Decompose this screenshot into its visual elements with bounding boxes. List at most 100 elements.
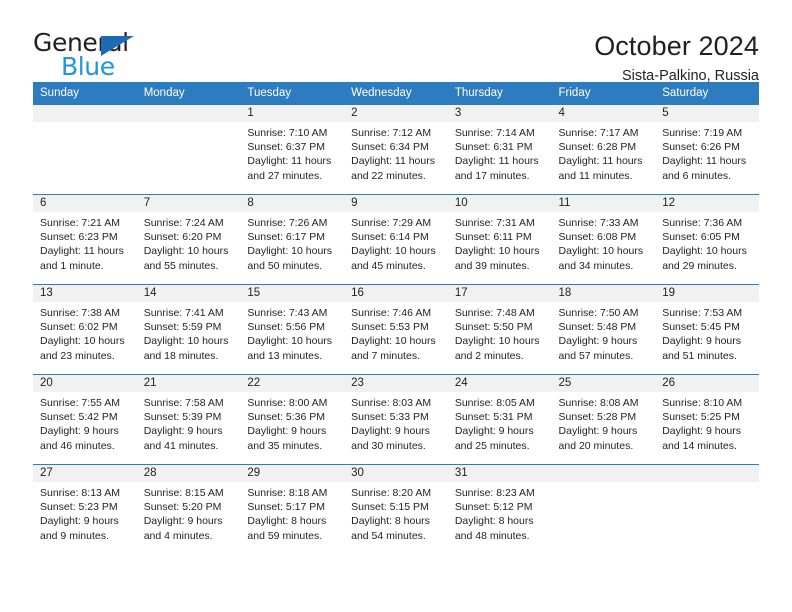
calendar-day-cell[interactable]: 8 Sunrise: 7:26 AM Sunset: 6:17 PM Daylight… (240, 194, 345, 285)
calendar-day-cell[interactable]: 30 Sunrise: 8:20 AM Sunset: 5:15 PM Dayligh… (344, 464, 448, 555)
sunset-time: Sunset: 5:17 PM (247, 501, 326, 514)
calendar-day-cell[interactable]: 16 Sunrise: 7:46 AM Sunset: 5:53 PM Dayligh… (344, 284, 448, 375)
page-subtitle: Sista-Palkino, Russia (622, 67, 759, 84)
calendar-day-cell[interactable]: 26 Sunrise: 8:10 AM Sunset: 5:25 PM Dayligh… (655, 374, 759, 465)
daylight-duration-line1: Daylight: 9 hours (454, 425, 534, 438)
day-details: Sunrise: 8:20 AM Sunset: 5:15 PM Daylight:… (344, 482, 448, 543)
logo-text-blue: Blue (61, 52, 115, 81)
weekday-header-monday: Monday (136, 82, 241, 105)
day-details: Sunrise: 8:00 AM Sunset: 5:36 PM Daylight:… (240, 392, 344, 453)
calendar-day-cell[interactable]: 1 Sunrise: 7:10 AM Sunset: 6:37 PM Daylight… (240, 104, 345, 195)
calendar-day-cell[interactable]: 6 Sunrise: 7:21 AM Sunset: 6:23 PM Daylight… (33, 194, 137, 285)
sunrise-time: Sunrise: 8:00 AM (247, 397, 328, 409)
calendar-day-cell[interactable]: 25 Sunrise: 8:08 AM Sunset: 5:28 PM Dayligh… (551, 374, 656, 465)
sunset-time: Sunset: 6:34 PM (351, 141, 429, 154)
day-details: Sunrise: 7:29 AM Sunset: 6:14 PM Daylight:… (344, 212, 448, 273)
calendar-week-row: 1 Sunrise: 7:10 AM Sunset: 6:37 PM Daylight… (33, 104, 759, 195)
calendar-day-cell[interactable]: 18 Sunrise: 7:50 AM Sunset: 5:48 PM Dayligh… (551, 284, 656, 375)
day-number: 6 (33, 195, 137, 212)
sunset-time: Sunset: 6:20 PM (143, 231, 222, 244)
day-number: 2 (344, 105, 448, 122)
daylight-duration-line1: Daylight: 11 hours (454, 155, 539, 168)
day-number: 23 (344, 375, 448, 392)
daylight-duration-line2: and 25 minutes. (454, 439, 530, 452)
daylight-duration-line2: and 4 minutes. (143, 529, 213, 542)
calendar-day-cell[interactable]: 23 Sunrise: 8:03 AM Sunset: 5:33 PM Dayligh… (344, 374, 448, 465)
calendar-day-cell[interactable]: 22 Sunrise: 8:00 AM Sunset: 5:36 PM Dayligh… (240, 374, 345, 465)
calendar-day-cell[interactable]: 24 Sunrise: 8:05 AM Sunset: 5:31 PM Dayligh… (447, 374, 552, 465)
sunrise-time: Sunrise: 7:17 AM (558, 127, 639, 139)
sunrise-time: Sunrise: 7:21 AM (40, 217, 120, 229)
sunset-time: Sunset: 5:25 PM (662, 411, 740, 424)
daylight-duration-line2: and 18 minutes. (143, 349, 219, 362)
calendar-day-cell[interactable]: 12 Sunrise: 7:36 AM Sunset: 6:05 PM Dayligh… (655, 194, 759, 285)
calendar-day-cell[interactable]: 2 Sunrise: 7:12 AM Sunset: 6:34 PM Daylight… (344, 104, 448, 195)
daylight-duration-line1: Daylight: 8 hours (247, 515, 327, 528)
sunset-time: Sunset: 5:39 PM (143, 411, 222, 424)
daylight-duration-line1: Daylight: 11 hours (247, 155, 332, 168)
daylight-duration-line2: and 51 minutes. (662, 349, 737, 362)
sunrise-time: Sunrise: 7:43 AM (247, 307, 328, 319)
day-number: 15 (240, 285, 345, 302)
calendar-day-cell[interactable]: 4 Sunrise: 7:17 AM Sunset: 6:28 PM Daylight… (551, 104, 656, 195)
sunset-time: Sunset: 5:59 PM (143, 321, 222, 334)
general-blue-logo[interactable]: General Blue (33, 30, 151, 82)
day-number: 9 (344, 195, 448, 212)
calendar-day-cell[interactable]: 13 Sunrise: 7:38 AM Sunset: 6:02 PM Dayligh… (33, 284, 137, 375)
day-number: 8 (240, 195, 345, 212)
day-details: Sunrise: 7:58 AM Sunset: 5:39 PM Daylight:… (137, 392, 241, 453)
calendar-day-cell[interactable]: 15 Sunrise: 7:43 AM Sunset: 5:56 PM Dayligh… (240, 284, 345, 375)
day-number: 28 (136, 465, 241, 482)
sunset-time: Sunset: 6:02 PM (40, 321, 118, 334)
calendar-day-cell[interactable]: 28 Sunrise: 8:15 AM Sunset: 5:20 PM Dayligh… (136, 464, 241, 555)
sunset-time: Sunset: 5:33 PM (351, 411, 429, 424)
sunset-time: Sunset: 5:36 PM (247, 411, 326, 424)
calendar-day-cell[interactable]: 21 Sunrise: 7:58 AM Sunset: 5:39 PM Dayligh… (136, 374, 241, 465)
day-number: 10 (447, 195, 552, 212)
calendar-day-cell[interactable]: 3 Sunrise: 7:14 AM Sunset: 6:31 PM Daylight… (447, 104, 552, 195)
day-number: 1 (240, 105, 345, 122)
day-details: Sunrise: 8:18 AM Sunset: 5:17 PM Daylight:… (240, 482, 344, 543)
day-number: 12 (655, 195, 759, 212)
day-details: Sunrise: 7:43 AM Sunset: 5:56 PM Daylight:… (240, 302, 344, 363)
daylight-duration-line2: and 20 minutes. (558, 439, 634, 452)
calendar-day-cell[interactable]: 17 Sunrise: 7:48 AM Sunset: 5:50 PM Dayligh… (447, 284, 552, 375)
daylight-duration-line2: and 57 minutes. (558, 349, 634, 362)
daylight-duration-line1: Daylight: 10 hours (351, 245, 436, 258)
daylight-duration-line1: Daylight: 9 hours (558, 335, 638, 348)
day-details: Sunrise: 7:33 AM Sunset: 6:08 PM Daylight:… (552, 212, 656, 273)
day-number: 11 (551, 195, 656, 212)
sunrise-time: Sunrise: 7:38 AM (40, 307, 120, 319)
day-number: 30 (344, 465, 448, 482)
calendar-day-cell[interactable]: 10 Sunrise: 7:31 AM Sunset: 6:11 PM Dayligh… (447, 194, 552, 285)
day-number: 22 (240, 375, 345, 392)
daylight-duration-line2: and 55 minutes. (143, 259, 219, 272)
daylight-duration-line2: and 54 minutes. (351, 529, 426, 542)
sunrise-time: Sunrise: 8:08 AM (558, 397, 639, 409)
day-details: Sunrise: 7:41 AM Sunset: 5:59 PM Daylight:… (137, 302, 241, 363)
calendar-day-cell[interactable]: 9 Sunrise: 7:29 AM Sunset: 6:14 PM Daylight… (344, 194, 448, 285)
sunrise-time: Sunrise: 7:26 AM (247, 217, 328, 229)
calendar-day-cell[interactable]: 11 Sunrise: 7:33 AM Sunset: 6:08 PM Dayligh… (551, 194, 656, 285)
calendar-day-cell[interactable]: 27 Sunrise: 8:13 AM Sunset: 5:23 PM Dayligh… (33, 464, 137, 555)
calendar-day-cell[interactable]: 29 Sunrise: 8:18 AM Sunset: 5:17 PM Dayligh… (240, 464, 345, 555)
calendar-day-cell[interactable]: 5 Sunrise: 7:19 AM Sunset: 6:26 PM Daylight… (655, 104, 759, 195)
daylight-duration-line1: Daylight: 10 hours (454, 245, 540, 258)
calendar-day-cell[interactable]: 7 Sunrise: 7:24 AM Sunset: 6:20 PM Daylight… (136, 194, 241, 285)
daylight-duration-line1: Daylight: 11 hours (351, 155, 435, 168)
sunrise-time: Sunrise: 8:18 AM (247, 487, 328, 499)
calendar-day-cell[interactable]: 31 Sunrise: 8:23 AM Sunset: 5:12 PM Dayligh… (447, 464, 552, 555)
sunset-time: Sunset: 6:28 PM (558, 141, 637, 154)
daylight-duration-line2: and 50 minutes. (247, 259, 323, 272)
daylight-duration-line2: and 59 minutes. (247, 529, 323, 542)
calendar-day-cell[interactable]: 20 Sunrise: 7:55 AM Sunset: 5:42 PM Dayligh… (33, 374, 137, 465)
sunrise-time: Sunrise: 8:20 AM (351, 487, 432, 499)
daylight-duration-line2: and 35 minutes. (247, 439, 323, 452)
calendar-day-cell[interactable]: 19 Sunrise: 7:53 AM Sunset: 5:45 PM Dayligh… (655, 284, 759, 375)
calendar-day-cell[interactable]: 14 Sunrise: 7:41 AM Sunset: 5:59 PM Dayligh… (136, 284, 241, 375)
day-details: Sunrise: 7:10 AM Sunset: 6:37 PM Daylight:… (240, 122, 344, 183)
sunset-time: Sunset: 5:20 PM (143, 501, 222, 514)
sunset-time: Sunset: 6:17 PM (247, 231, 326, 244)
daylight-duration-line1: Daylight: 11 hours (662, 155, 747, 168)
daylight-duration-line1: Daylight: 11 hours (40, 245, 124, 258)
